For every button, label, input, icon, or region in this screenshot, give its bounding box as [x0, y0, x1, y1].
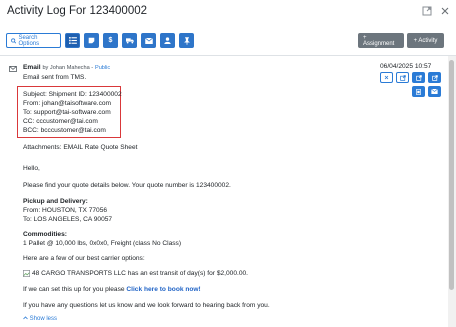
pin-icon: [183, 36, 190, 45]
export-button[interactable]: [428, 72, 441, 83]
show-less-link[interactable]: Show less: [23, 316, 57, 322]
search-options-button[interactable]: Search Options: [6, 33, 61, 48]
modal-header: Activity Log For 123400002: [0, 0, 456, 27]
note-icon: [88, 37, 95, 44]
dollar-icon: $: [108, 37, 113, 44]
open-button[interactable]: [396, 72, 409, 83]
email-bcc: BCC: bcccustomer@tai.com: [23, 127, 106, 134]
mail-icon: [144, 37, 153, 44]
activity-entry: Email by Johan Mahecha - Public Email se…: [0, 56, 448, 327]
entry-summary: Email sent from TMS.: [23, 74, 87, 81]
forward-button[interactable]: [412, 72, 425, 83]
email-attachments: Attachments: EMAIL Rate Quote Sheet: [23, 144, 138, 151]
reply-icon: [431, 89, 438, 94]
pickup-to: To: LOS ANGELES, CA 90057: [23, 216, 113, 223]
email-greeting: Hello,: [23, 165, 40, 172]
pickup-from: From: HOUSTON, TX 77056: [23, 207, 108, 214]
entry-type: Email: [23, 64, 41, 71]
close-icon[interactable]: [440, 6, 450, 16]
book-line: If we can set this up for you please Cli…: [23, 286, 201, 293]
filter-email-button[interactable]: [141, 33, 156, 48]
filter-shipment-button[interactable]: [122, 33, 137, 48]
commodities-line: 1 Pallet @ 10,000 lbs, 0x0x0, Freight (c…: [23, 240, 182, 247]
modal-title: Activity Log For 123400002: [7, 5, 148, 17]
broken-image-icon: [23, 270, 30, 277]
commodities-heading: Commodities:: [23, 231, 67, 238]
show-less-label: Show less: [29, 316, 58, 322]
book-prefix: If we can set this up for you please: [23, 286, 125, 293]
person-icon: [164, 37, 171, 44]
search-options-label: Search Options: [18, 34, 40, 47]
email-from: From: johan@taisoftware.com: [23, 100, 112, 107]
filter-pinned-button[interactable]: [179, 33, 194, 48]
filter-all-button[interactable]: [65, 33, 80, 48]
delete-button[interactable]: [380, 72, 393, 83]
entry-header: Email by Johan Mahecha - Public: [23, 64, 110, 71]
expand-icon[interactable]: [422, 6, 432, 16]
entry-author: by Johan Mahecha -: [42, 65, 94, 71]
filter-notes-button[interactable]: [84, 33, 99, 48]
external-link-icon: [399, 74, 406, 81]
chevron-up-icon: [23, 316, 28, 320]
carrier-intro: Here are a few of our best carrier optio…: [23, 255, 145, 262]
scrollbar-thumb[interactable]: [449, 60, 454, 290]
email-quote-line: Please find your quote details below. Yo…: [23, 182, 231, 189]
pickup-heading: Pickup and Delivery:: [23, 198, 88, 205]
questions-line: If you have any questions let us know an…: [23, 302, 270, 309]
filter-contact-button[interactable]: [160, 33, 175, 48]
entry-timestamp: 06/04/2025 10:57: [380, 63, 432, 70]
truck-icon: [125, 37, 134, 44]
reply-button[interactable]: [428, 86, 441, 97]
add-assignment-button[interactable]: + Assignment: [358, 33, 404, 48]
toolbar: Search Options $ + Assignment + Activity: [0, 30, 456, 50]
carrier-option: 48 CARGO TRANSPORTS LLC has an est trans…: [32, 270, 248, 277]
filter-financial-button[interactable]: $: [103, 33, 118, 48]
visibility-link[interactable]: Public: [95, 65, 110, 71]
email-to: To: support@tai-software.com: [23, 109, 111, 116]
search-icon: [11, 37, 17, 43]
email-cc: CC: cccustomer@tai.com: [23, 118, 98, 125]
email-subject: Subject: Shipment ID: 123400002: [23, 91, 122, 98]
x-icon: [384, 75, 389, 80]
copy-icon: [416, 88, 421, 95]
book-now-link[interactable]: Click here to book now!: [126, 286, 200, 293]
activity-log-modal: Activity Log For 123400002 Search Option…: [0, 0, 456, 327]
list-icon: [68, 37, 77, 44]
share-icon: [415, 74, 422, 81]
envelope-icon: [9, 66, 17, 72]
copy-button[interactable]: [412, 86, 425, 97]
export-icon: [431, 74, 438, 81]
add-activity-button[interactable]: + Activity: [407, 33, 444, 48]
